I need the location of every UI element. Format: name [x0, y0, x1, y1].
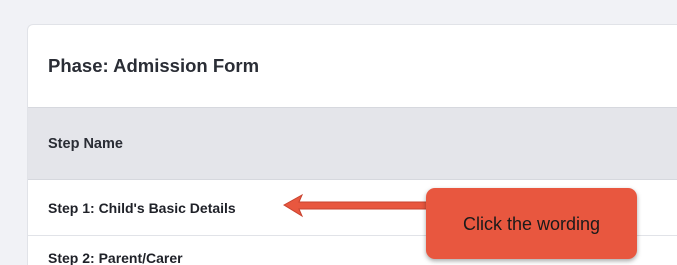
step-1-link[interactable]: Step 1: Child's Basic Details	[48, 200, 236, 216]
table-header: Step Name	[28, 107, 677, 180]
annotation-arrow-icon	[283, 193, 431, 218]
column-header-step-name: Step Name	[48, 136, 123, 152]
annotation-callout: Click the wording	[426, 188, 637, 259]
phase-title: Phase: Admission Form	[48, 55, 260, 76]
callout-text: Click the wording	[462, 214, 601, 234]
